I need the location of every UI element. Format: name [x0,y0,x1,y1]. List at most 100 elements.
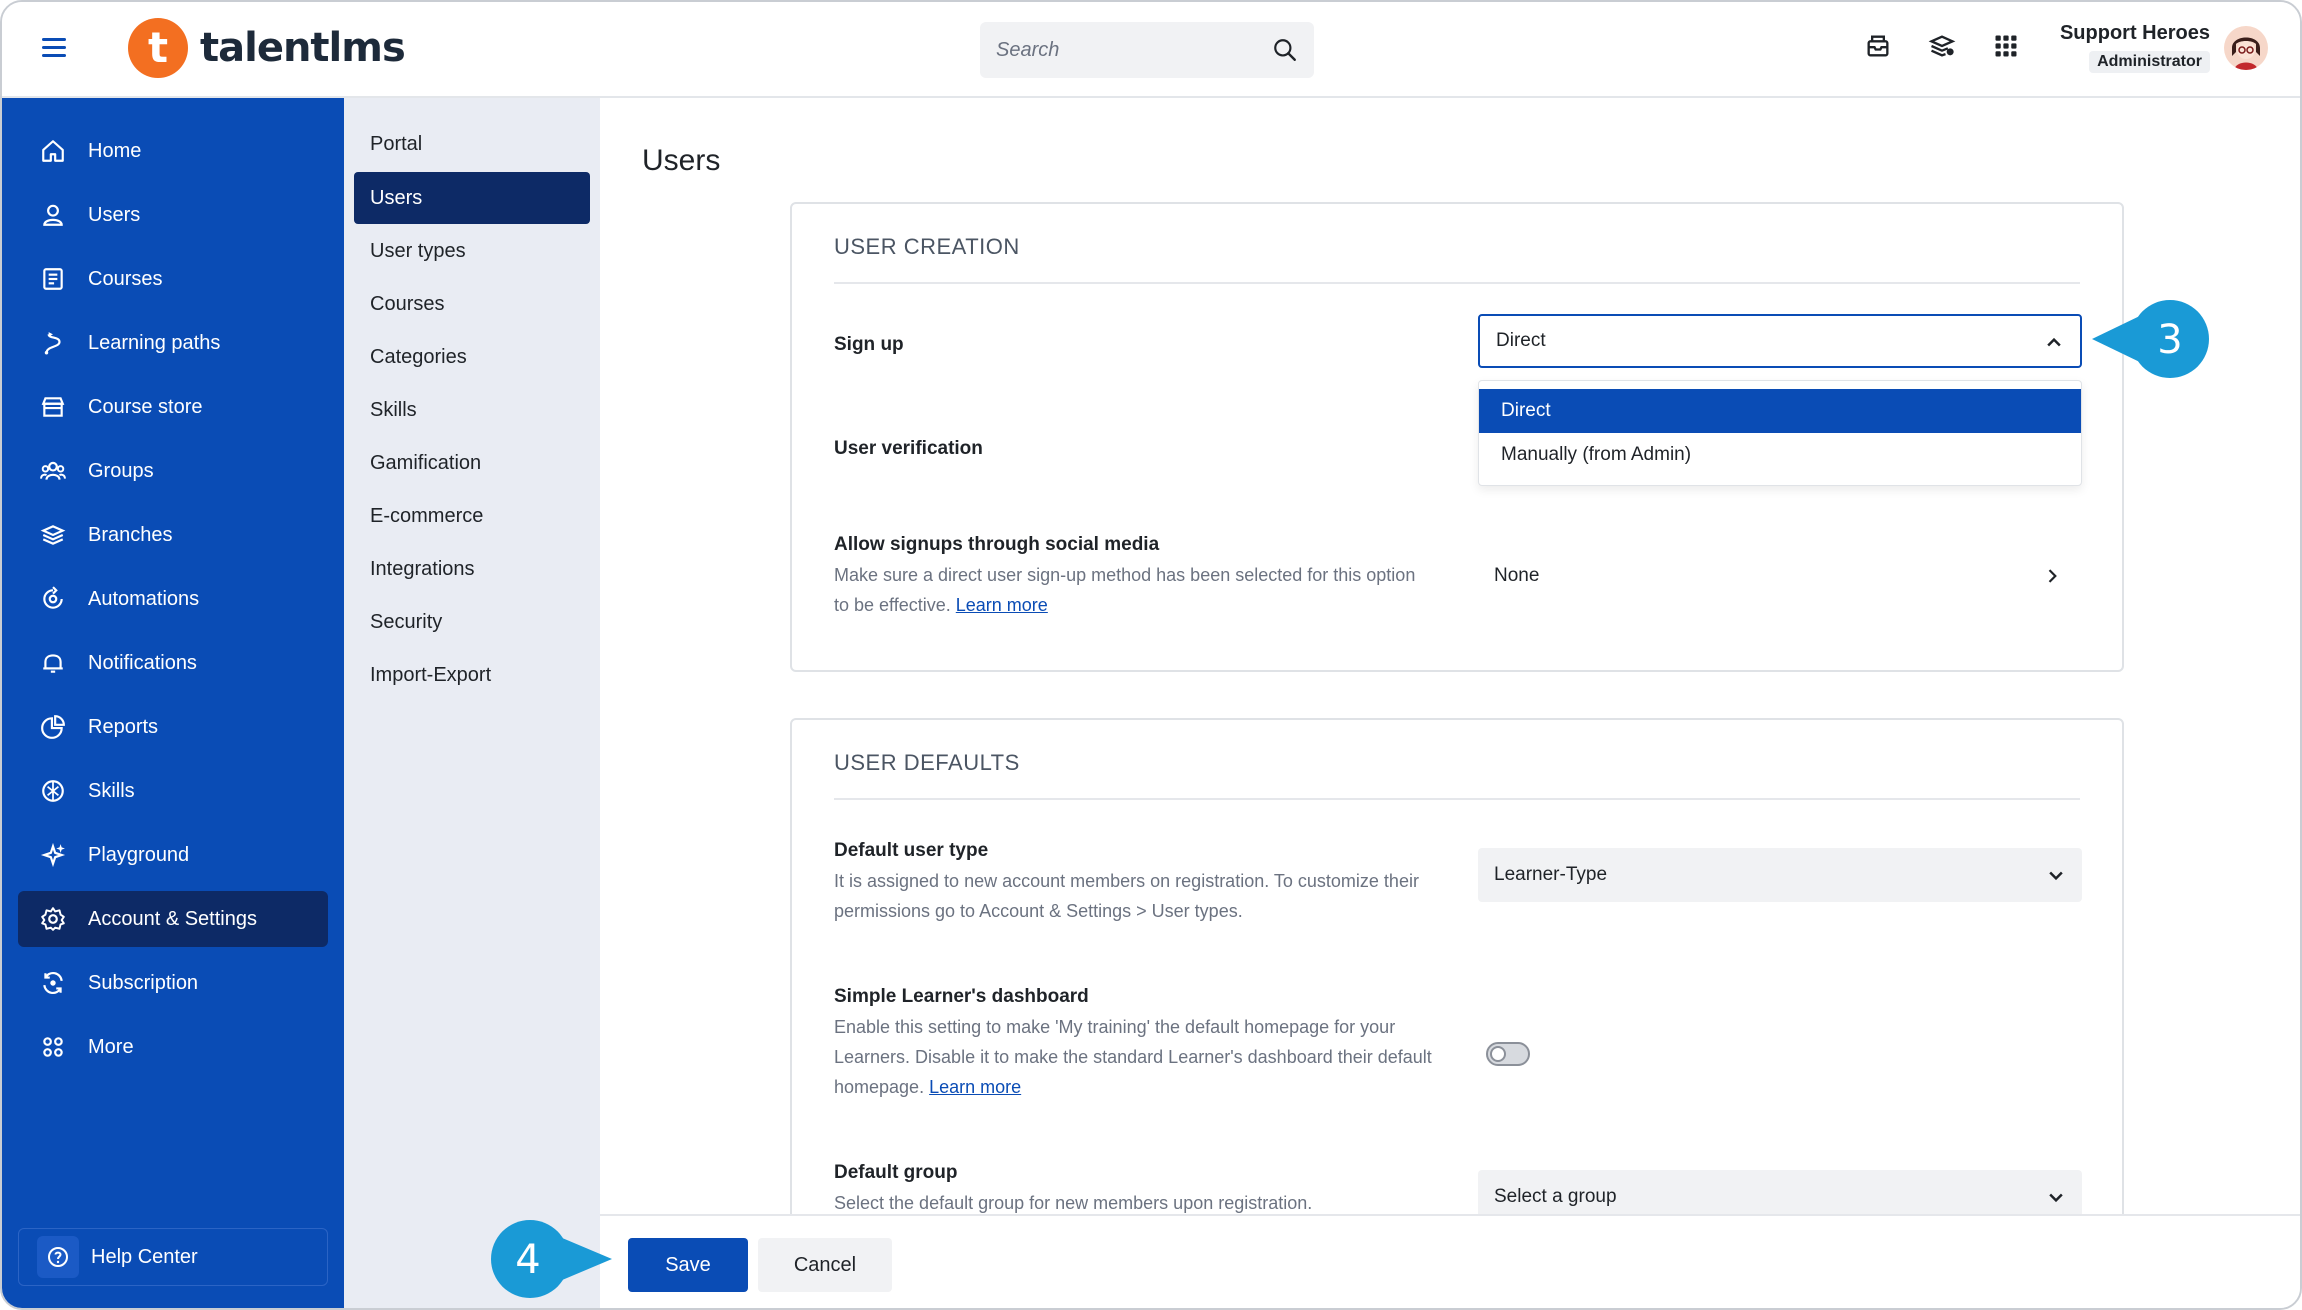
dropdown-option-manually[interactable]: Manually (from Admin) [1479,433,2081,477]
sidebar-item-label: Subscription [88,971,199,994]
skills-icon [42,780,64,802]
store-icon [41,397,65,417]
sidebar-item-label: More [88,1035,134,1058]
default-user-type-select[interactable]: Learner-Type [1478,848,2082,902]
simple-dashboard-label: Simple Learner's dashboard [834,986,1089,1007]
home-icon [42,140,64,162]
subnav-item-categories[interactable]: Categories [354,331,590,383]
apps-grid-icon[interactable] [1992,32,2020,60]
automations-icon [43,586,63,609]
subnav-item-gamification[interactable]: Gamification [354,437,590,489]
subnav-item-integrations[interactable]: Integrations [354,543,590,595]
social-signup-value: None [1494,565,1540,586]
default-user-type-description: It is assigned to new account members on… [834,871,1419,921]
top-bar: t talentlms Search Support Heroes Admini… [2,2,2300,98]
default-user-type-label: Default user type [834,840,989,861]
simple-dashboard-description: Enable this setting to make 'My training… [834,1012,1434,1102]
sidebar-item-reports[interactable]: Reports [18,699,328,755]
sidebar-item-branches[interactable]: Branches [18,507,328,563]
sidebar-item-skills[interactable]: Skills [18,763,328,819]
chevron-down-icon [2049,1193,2063,1203]
step-callout-3: 3 [2092,300,2209,378]
sidebar-item-label: Reports [88,715,159,738]
divider [834,798,2080,800]
social-signup-description: Make sure a direct user sign-up method h… [834,560,1434,620]
sidebar-item-label: Course store [88,395,203,418]
sidebar-item-users[interactable]: Users [18,187,328,243]
signup-dropdown: Direct Manually (from Admin) [1478,380,2082,486]
courses-icon [43,268,63,290]
subnav-item-import-export[interactable]: Import-Export [354,649,590,701]
divider [834,282,2080,284]
cancel-button[interactable]: Cancel [758,1238,892,1292]
main-content: Users USER CREATION Sign up Direct Direc… [600,98,2300,1258]
sidebar-item-home[interactable]: Home [18,123,328,179]
user-menu[interactable]: Support Heroes Administrator [2042,22,2210,73]
subnav-item-courses[interactable]: Courses [354,278,590,330]
sidebar-item-label: Groups [88,459,154,482]
learn-more-link[interactable]: Learn more [929,1077,1021,1097]
more-icon [43,1037,63,1057]
default-group-label: Default group [834,1162,958,1183]
sidebar-item-label: Account & Settings [88,907,257,930]
branches-icon [40,525,66,545]
signup-label: Sign up [834,334,904,355]
save-button[interactable]: Save [628,1238,748,1292]
subnav-item-users[interactable]: Users [354,172,590,224]
sidebar-item-learning-paths[interactable]: Learning paths [18,315,328,371]
sidebar-item-label: Playground [88,843,190,866]
social-signup-setting[interactable]: None [1478,556,2082,596]
sidebar-item-label: Automations [88,587,200,610]
sidebar-item-label: Branches [88,523,173,546]
subnav-item-skills[interactable]: Skills [354,384,590,436]
catalog-icon[interactable] [1928,32,1956,60]
verification-label: User verification [834,438,983,459]
callout-number: 3 [2157,317,2182,363]
logo[interactable]: t talentlms [128,18,406,78]
sidebar-item-playground[interactable]: Playground [18,827,328,883]
step-callout-4: 4 [491,1220,612,1298]
signup-select[interactable]: Direct [1478,314,2082,368]
main-sidebar: Home Users Courses Learning paths Course… [2,98,344,1308]
logo-badge: t [128,18,188,78]
section-heading: USER DEFAULTS [834,750,1020,775]
sidebar-item-notifications[interactable]: Notifications [18,635,328,691]
messages-icon[interactable] [1864,32,1892,60]
default-group-value: Select a group [1494,1186,1617,1207]
help-center-label: Help Center [91,1245,198,1268]
sidebar-item-course-store[interactable]: Course store [18,379,328,435]
menu-icon[interactable] [42,38,66,58]
sidebar-item-label: Home [88,139,142,162]
search-placeholder: Search [996,38,1060,61]
help-center-button[interactable]: Help Center [18,1228,328,1286]
subnav-item-security[interactable]: Security [354,596,590,648]
search-icon[interactable] [1272,37,1298,63]
sidebar-item-groups[interactable]: Groups [18,443,328,499]
default-user-type-value: Learner-Type [1494,864,1608,885]
user-icon [43,204,63,226]
subnav-item-ecommerce[interactable]: E-commerce [354,490,590,542]
sidebar-item-courses[interactable]: Courses [18,251,328,307]
groups-icon [40,461,66,480]
search-input[interactable]: Search [980,22,1314,78]
user-name: Support Heroes [2059,22,2210,44]
subnav-item-portal[interactable]: Portal [354,118,590,170]
logo-text: talentlms [200,25,406,71]
learn-more-link[interactable]: Learn more [956,595,1048,615]
sidebar-item-more[interactable]: More [18,1019,328,1075]
sidebar-item-account-settings[interactable]: Account & Settings [18,891,328,947]
section-heading: USER CREATION [834,234,1020,259]
app-window: t talentlms Search Support Heroes Admini… [0,0,2302,1310]
action-footer: Save Cancel [600,1214,2300,1308]
subnav-item-user-types[interactable]: User types [354,225,590,277]
help-icon [37,1236,79,1278]
callout-number: 4 [515,1237,540,1283]
avatar[interactable] [2224,26,2268,70]
sidebar-item-label: Courses [88,267,163,290]
simple-dashboard-toggle[interactable] [1486,1042,1530,1066]
sidebar-item-subscription[interactable]: Subscription [18,955,328,1011]
sidebar-item-automations[interactable]: Automations [18,571,328,627]
dropdown-option-direct[interactable]: Direct [1479,389,2081,433]
sidebar-item-label: Learning paths [88,331,221,354]
chevron-up-icon [2047,337,2061,347]
